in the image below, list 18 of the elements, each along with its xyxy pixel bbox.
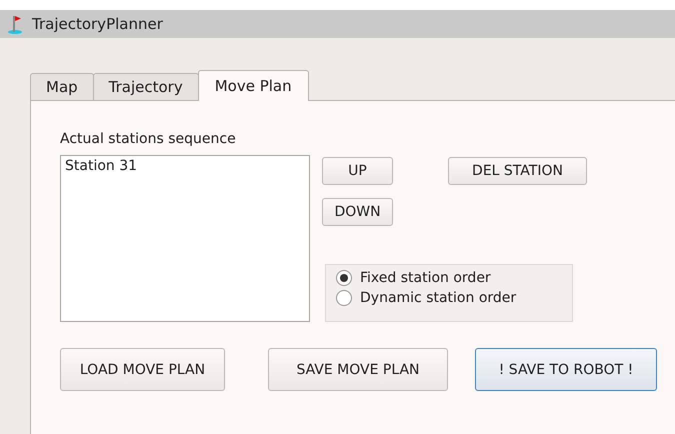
tab[interactable]: Map — [30, 73, 94, 100]
action-button[interactable]: ! SAVE TO ROBOT ! — [475, 348, 657, 391]
action-button[interactable]: LOAD MOVE PLAN — [60, 348, 225, 391]
action-button[interactable]: SAVE MOVE PLAN — [268, 348, 448, 391]
radio-button[interactable] — [336, 270, 352, 286]
window-title: TrajectoryPlanner — [32, 15, 163, 33]
flag-icon — [8, 14, 24, 34]
station-list[interactable]: Station 31 — [60, 155, 310, 322]
up-button[interactable]: UP — [322, 157, 393, 185]
radio-label[interactable]: Fixed station order — [360, 270, 491, 286]
tab[interactable]: Move Plan — [198, 70, 309, 101]
radio-label[interactable]: Dynamic station order — [360, 290, 516, 306]
list-label: Actual stations sequence — [60, 131, 237, 147]
tab[interactable]: Trajectory — [92, 73, 199, 100]
delete-button[interactable]: DEL STATION — [448, 157, 587, 185]
down-button[interactable]: DOWN — [322, 198, 393, 226]
radio-button[interactable] — [336, 290, 352, 306]
list-item[interactable]: Station 31 — [65, 158, 305, 174]
